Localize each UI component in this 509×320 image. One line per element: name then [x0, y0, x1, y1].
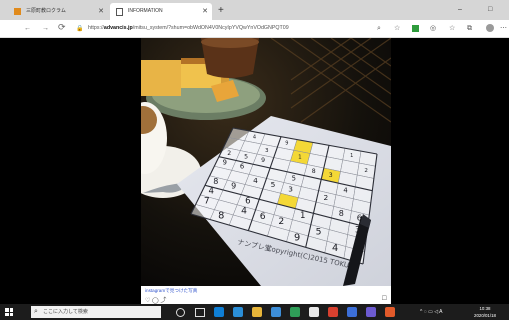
sudoku-digit: 1: [350, 153, 353, 159]
sudoku-digit: 8: [339, 209, 344, 218]
sudoku-digit: 8: [312, 168, 316, 175]
sudoku-digit: 8: [218, 211, 224, 222]
clock-date: 2020/01/18: [474, 313, 496, 318]
sudoku-digit: 5: [271, 180, 276, 189]
post-actions[interactable]: ♡ ◯ ⤴: [145, 295, 166, 304]
sudoku-digit: 2: [227, 150, 231, 157]
sudoku-digit: 3: [288, 184, 293, 193]
mail-icon[interactable]: [271, 307, 281, 317]
reload-icon[interactable]: ⟳: [58, 21, 66, 34]
collections-icon[interactable]: ⧉: [467, 23, 472, 34]
app-orange-icon[interactable]: [385, 307, 395, 317]
windows-start-icon[interactable]: [5, 308, 13, 316]
sudoku-digit: 9: [261, 157, 265, 164]
cafe-sudoku-photo: 491312259839654453289864613746258946 ナンプ…: [141, 38, 391, 286]
sudoku-digit: 1: [298, 155, 302, 161]
sudoku-digit: 5: [244, 154, 248, 161]
extension-icon[interactable]: [412, 25, 419, 32]
sudoku-digit: 2: [278, 216, 284, 227]
file-explorer-icon[interactable]: [252, 307, 262, 317]
sudoku-digit: 4: [253, 176, 258, 185]
sudoku-digit: 5: [292, 174, 296, 182]
sudoku-digit: 5: [316, 226, 322, 237]
address-bar: ← → ⟳ 🔒 https://advancis.jp/mitsu_system…: [0, 20, 509, 38]
source-link[interactable]: instagramで見つけた写真: [145, 288, 197, 294]
sudoku-digit: 3: [265, 148, 269, 154]
sudoku-digit: 3: [329, 172, 333, 179]
system-tray[interactable]: ^ ◌ ▭ ◁ A: [420, 306, 443, 318]
shield-icon[interactable]: ◎: [430, 23, 436, 34]
sudoku-digit: 1: [300, 211, 305, 221]
back-arrow-icon[interactable]: ←: [24, 22, 31, 35]
url-scheme: https://: [88, 25, 104, 31]
app-purple-icon[interactable]: [366, 307, 376, 317]
close-tab-icon[interactable]: ✕: [98, 3, 104, 20]
sudoku-digit: 6: [260, 211, 266, 222]
more-menu-icon[interactable]: ⋯: [500, 23, 507, 34]
site-favicon-icon: [14, 8, 21, 15]
zoom-icon[interactable]: ⌕: [377, 23, 381, 34]
taskbar-clock[interactable]: 10:38 2020/01/18: [474, 305, 496, 319]
sudoku-digit: 8: [213, 177, 218, 186]
forward-arrow-icon[interactable]: →: [42, 22, 49, 35]
edge-browser-icon[interactable]: [214, 307, 224, 317]
url-host: advancis.jp: [103, 25, 133, 31]
app-white-icon[interactable]: [309, 307, 319, 317]
url-path: /mitsu_system/?shum=obWdON4V0NcyIpYVQwYn…: [132, 25, 289, 31]
sudoku-digit: 9: [294, 232, 300, 243]
maximize-button[interactable]: □: [488, 3, 492, 17]
tab-title: 三原町教ロクラム: [26, 8, 66, 14]
url-field[interactable]: https://advancis.jp/mitsu_system/?shum=o…: [88, 23, 368, 34]
store-icon[interactable]: [233, 307, 243, 317]
plus-icon[interactable]: +: [218, 4, 224, 18]
search-icon: ⌕: [34, 308, 38, 315]
post-photo: 491312259839654453289864613746258946 ナンプ…: [141, 38, 391, 286]
sudoku-digit: 9: [231, 182, 236, 191]
browser-tab-bar: 三原町教ロクラム ✕ INFORMATION ✕ + – □: [0, 0, 509, 20]
minimize-button[interactable]: –: [458, 3, 462, 17]
taskbar-search[interactable]: ⌕ ここに入力して検索: [31, 306, 161, 318]
favorites-bar-icon[interactable]: ☆: [449, 23, 455, 34]
close-tab-icon[interactable]: ✕: [202, 3, 208, 20]
sudoku-digit: 2: [364, 168, 368, 174]
tab-inactive[interactable]: 三原町教ロクラム ✕: [8, 3, 108, 20]
app-blue-icon[interactable]: [347, 307, 357, 317]
sudoku-digit: 9: [285, 141, 288, 147]
post-footer: instagramで見つけた写真 ♡ ◯ ⤴ ☐: [141, 286, 391, 304]
tab-active[interactable]: INFORMATION ✕: [110, 3, 212, 20]
windows-taskbar: ⌕ ここに入力して検索 ^ ◌ ▭ ◁ A 10:38 2020/01/18: [0, 304, 509, 320]
sudoku-digit: 2: [323, 193, 328, 202]
app-red-icon[interactable]: [328, 307, 338, 317]
page-favicon-icon: [116, 8, 123, 16]
sudoku-digit: 4: [241, 206, 247, 217]
cortana-icon[interactable]: [176, 308, 185, 317]
sudoku-digit: 4: [343, 186, 347, 194]
sudoku-digit: 6: [240, 163, 244, 171]
search-placeholder: ここに入力して検索: [43, 309, 88, 315]
bookmark-icon[interactable]: ☐: [382, 295, 387, 302]
lock-icon: 🔒: [76, 26, 84, 32]
sudoku-digit: 4: [332, 243, 338, 254]
clock-time: 10:38: [479, 306, 491, 311]
sudoku-digit: 9: [223, 159, 227, 167]
sudoku-digit: 4: [253, 135, 256, 141]
profile-avatar-icon[interactable]: [486, 24, 494, 32]
favorite-star-icon[interactable]: ☆: [394, 23, 400, 34]
tab-title: INFORMATION: [128, 8, 163, 14]
task-view-icon[interactable]: [195, 308, 205, 317]
sudoku-digit: 7: [204, 195, 210, 206]
app-green-icon[interactable]: [290, 307, 300, 317]
